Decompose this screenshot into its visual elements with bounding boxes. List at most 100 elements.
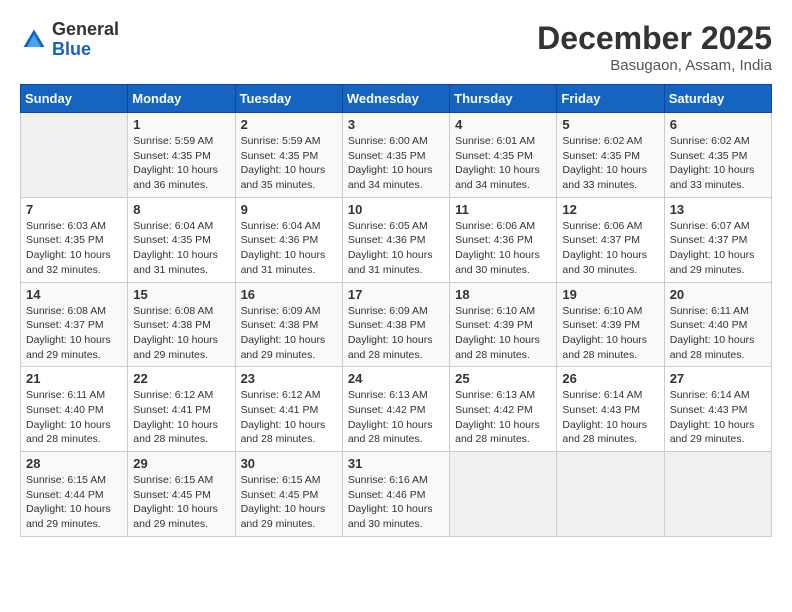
- day-info: Sunrise: 6:06 AMSunset: 4:36 PMDaylight:…: [455, 219, 551, 278]
- day-number: 6: [670, 117, 766, 132]
- day-number: 27: [670, 371, 766, 386]
- month-title: December 2025: [537, 20, 772, 57]
- day-number: 1: [133, 117, 229, 132]
- day-info: Sunrise: 6:05 AMSunset: 4:36 PMDaylight:…: [348, 219, 444, 278]
- calendar-cell: 30Sunrise: 6:15 AMSunset: 4:45 PMDayligh…: [235, 452, 342, 537]
- calendar-cell: 19 Sunrise: 6:10 AMSunset: 4:39 PMDayligh…: [557, 282, 664, 367]
- day-number: 11: [455, 202, 551, 217]
- day-info: Sunrise: 6:10 AMSunset: 4:39 PMDaylight:…: [562, 304, 658, 363]
- calendar-cell: 8Sunrise: 6:04 AMSunset: 4:35 PMDaylight…: [128, 197, 235, 282]
- day-info: Sunrise: 6:16 AMSunset: 4:46 PMDaylight:…: [348, 473, 444, 532]
- day-number: 22: [133, 371, 229, 386]
- calendar-cell: 9 Sunrise: 6:04 AMSunset: 4:36 PMDaylight…: [235, 197, 342, 282]
- calendar-week-row: 1 Sunrise: 5:59 AMSunset: 4:35 PMDaylight…: [21, 113, 772, 198]
- day-info: Sunrise: 6:14 AMSunset: 4:43 PMDaylight:…: [562, 388, 658, 447]
- day-info: Sunrise: 6:04 AMSunset: 4:36 PMDaylight:…: [241, 219, 337, 278]
- calendar-cell: 23Sunrise: 6:12 AMSunset: 4:41 PMDayligh…: [235, 367, 342, 452]
- day-number: 13: [670, 202, 766, 217]
- calendar-cell: [450, 452, 557, 537]
- calendar-cell: 4 Sunrise: 6:01 AMSunset: 4:35 PMDaylight…: [450, 113, 557, 198]
- calendar-cell: 31Sunrise: 6:16 AMSunset: 4:46 PMDayligh…: [342, 452, 449, 537]
- calendar-cell: 1 Sunrise: 5:59 AMSunset: 4:35 PMDaylight…: [128, 113, 235, 198]
- day-number: 10: [348, 202, 444, 217]
- calendar-cell: [557, 452, 664, 537]
- calendar-cell: 5Sunrise: 6:02 AMSunset: 4:35 PMDaylight…: [557, 113, 664, 198]
- logo: General Blue: [20, 20, 119, 60]
- day-number: 3: [348, 117, 444, 132]
- logo-general-text: General: [52, 20, 119, 40]
- day-number: 17: [348, 287, 444, 302]
- day-info: Sunrise: 6:03 AMSunset: 4:35 PMDaylight:…: [26, 219, 122, 278]
- calendar-cell: 10 Sunrise: 6:05 AMSunset: 4:36 PMDayligh…: [342, 197, 449, 282]
- calendar-cell: 21 Sunrise: 6:11 AMSunset: 4:40 PMDayligh…: [21, 367, 128, 452]
- day-number: 19: [562, 287, 658, 302]
- day-of-week-header: Friday: [557, 85, 664, 113]
- calendar-cell: 7 Sunrise: 6:03 AMSunset: 4:35 PMDaylight…: [21, 197, 128, 282]
- day-number: 9: [241, 202, 337, 217]
- day-info: Sunrise: 6:15 AMSunset: 4:45 PMDaylight:…: [241, 473, 337, 532]
- day-number: 21: [26, 371, 122, 386]
- day-number: 25: [455, 371, 551, 386]
- day-number: 4: [455, 117, 551, 132]
- logo-text: General Blue: [52, 20, 119, 60]
- day-number: 16: [241, 287, 337, 302]
- calendar-cell: 22 Sunrise: 6:12 AMSunset: 4:41 PMDayligh…: [128, 367, 235, 452]
- day-info: Sunrise: 6:09 AMSunset: 4:38 PMDaylight:…: [241, 304, 337, 363]
- calendar-cell: 2 Sunrise: 5:59 AMSunset: 4:35 PMDaylight…: [235, 113, 342, 198]
- day-of-week-header: Sunday: [21, 85, 128, 113]
- calendar-cell: 14 Sunrise: 6:08 AMSunset: 4:37 PMDayligh…: [21, 282, 128, 367]
- day-info: Sunrise: 6:09 AMSunset: 4:38 PMDaylight:…: [348, 304, 444, 363]
- day-info: Sunrise: 6:01 AMSunset: 4:35 PMDaylight:…: [455, 134, 551, 193]
- calendar-cell: 20Sunrise: 6:11 AMSunset: 4:40 PMDayligh…: [664, 282, 771, 367]
- day-info: Sunrise: 6:15 AMSunset: 4:44 PMDaylight:…: [26, 473, 122, 532]
- day-of-week-header: Wednesday: [342, 85, 449, 113]
- calendar-week-row: 7 Sunrise: 6:03 AMSunset: 4:35 PMDaylight…: [21, 197, 772, 282]
- calendar-week-row: 28 Sunrise: 6:15 AMSunset: 4:44 PMDayligh…: [21, 452, 772, 537]
- calendar-cell: 24Sunrise: 6:13 AMSunset: 4:42 PMDayligh…: [342, 367, 449, 452]
- calendar-cell: 27 Sunrise: 6:14 AMSunset: 4:43 PMDayligh…: [664, 367, 771, 452]
- day-info: Sunrise: 6:14 AMSunset: 4:43 PMDaylight:…: [670, 388, 766, 447]
- calendar-week-row: 14 Sunrise: 6:08 AMSunset: 4:37 PMDayligh…: [21, 282, 772, 367]
- day-number: 23: [241, 371, 337, 386]
- calendar-week-row: 21 Sunrise: 6:11 AMSunset: 4:40 PMDayligh…: [21, 367, 772, 452]
- day-number: 12: [562, 202, 658, 217]
- day-info: Sunrise: 6:13 AMSunset: 4:42 PMDaylight:…: [455, 388, 551, 447]
- day-number: 5: [562, 117, 658, 132]
- calendar-cell: 13 Sunrise: 6:07 AMSunset: 4:37 PMDayligh…: [664, 197, 771, 282]
- day-info: Sunrise: 6:07 AMSunset: 4:37 PMDaylight:…: [670, 219, 766, 278]
- page-header: General Blue December 2025 Basugaon, Ass…: [20, 20, 772, 74]
- day-info: Sunrise: 6:08 AMSunset: 4:37 PMDaylight:…: [26, 304, 122, 363]
- calendar-table: SundayMondayTuesdayWednesdayThursdayFrid…: [20, 84, 772, 537]
- day-info: Sunrise: 5:59 AMSunset: 4:35 PMDaylight:…: [241, 134, 337, 193]
- day-info: Sunrise: 6:11 AMSunset: 4:40 PMDaylight:…: [26, 388, 122, 447]
- calendar-cell: 18 Sunrise: 6:10 AMSunset: 4:39 PMDayligh…: [450, 282, 557, 367]
- day-of-week-header: Tuesday: [235, 85, 342, 113]
- calendar-cell: 16 Sunrise: 6:09 AMSunset: 4:38 PMDayligh…: [235, 282, 342, 367]
- calendar-cell: 11 Sunrise: 6:06 AMSunset: 4:36 PMDayligh…: [450, 197, 557, 282]
- calendar-header-row: SundayMondayTuesdayWednesdayThursdayFrid…: [21, 85, 772, 113]
- day-number: 14: [26, 287, 122, 302]
- logo-blue-text: Blue: [52, 40, 119, 60]
- day-info: Sunrise: 6:06 AMSunset: 4:37 PMDaylight:…: [562, 219, 658, 278]
- day-number: 18: [455, 287, 551, 302]
- day-info: Sunrise: 6:02 AMSunset: 4:35 PMDaylight:…: [670, 134, 766, 193]
- title-block: December 2025 Basugaon, Assam, India: [537, 20, 772, 74]
- day-info: Sunrise: 6:08 AMSunset: 4:38 PMDaylight:…: [133, 304, 229, 363]
- calendar-cell: 3Sunrise: 6:00 AMSunset: 4:35 PMDaylight…: [342, 113, 449, 198]
- calendar-cell: 17 Sunrise: 6:09 AMSunset: 4:38 PMDayligh…: [342, 282, 449, 367]
- logo-icon: [20, 26, 48, 54]
- day-number: 7: [26, 202, 122, 217]
- day-number: 20: [670, 287, 766, 302]
- calendar-cell: 28 Sunrise: 6:15 AMSunset: 4:44 PMDayligh…: [21, 452, 128, 537]
- day-number: 2: [241, 117, 337, 132]
- day-info: Sunrise: 6:10 AMSunset: 4:39 PMDaylight:…: [455, 304, 551, 363]
- day-number: 28: [26, 456, 122, 471]
- day-number: 29: [133, 456, 229, 471]
- calendar-cell: 6 Sunrise: 6:02 AMSunset: 4:35 PMDaylight…: [664, 113, 771, 198]
- calendar-cell: [21, 113, 128, 198]
- day-number: 26: [562, 371, 658, 386]
- day-info: Sunrise: 6:12 AMSunset: 4:41 PMDaylight:…: [133, 388, 229, 447]
- day-info: Sunrise: 5:59 AMSunset: 4:35 PMDaylight:…: [133, 134, 229, 193]
- calendar-cell: 26 Sunrise: 6:14 AMSunset: 4:43 PMDayligh…: [557, 367, 664, 452]
- calendar-cell: [664, 452, 771, 537]
